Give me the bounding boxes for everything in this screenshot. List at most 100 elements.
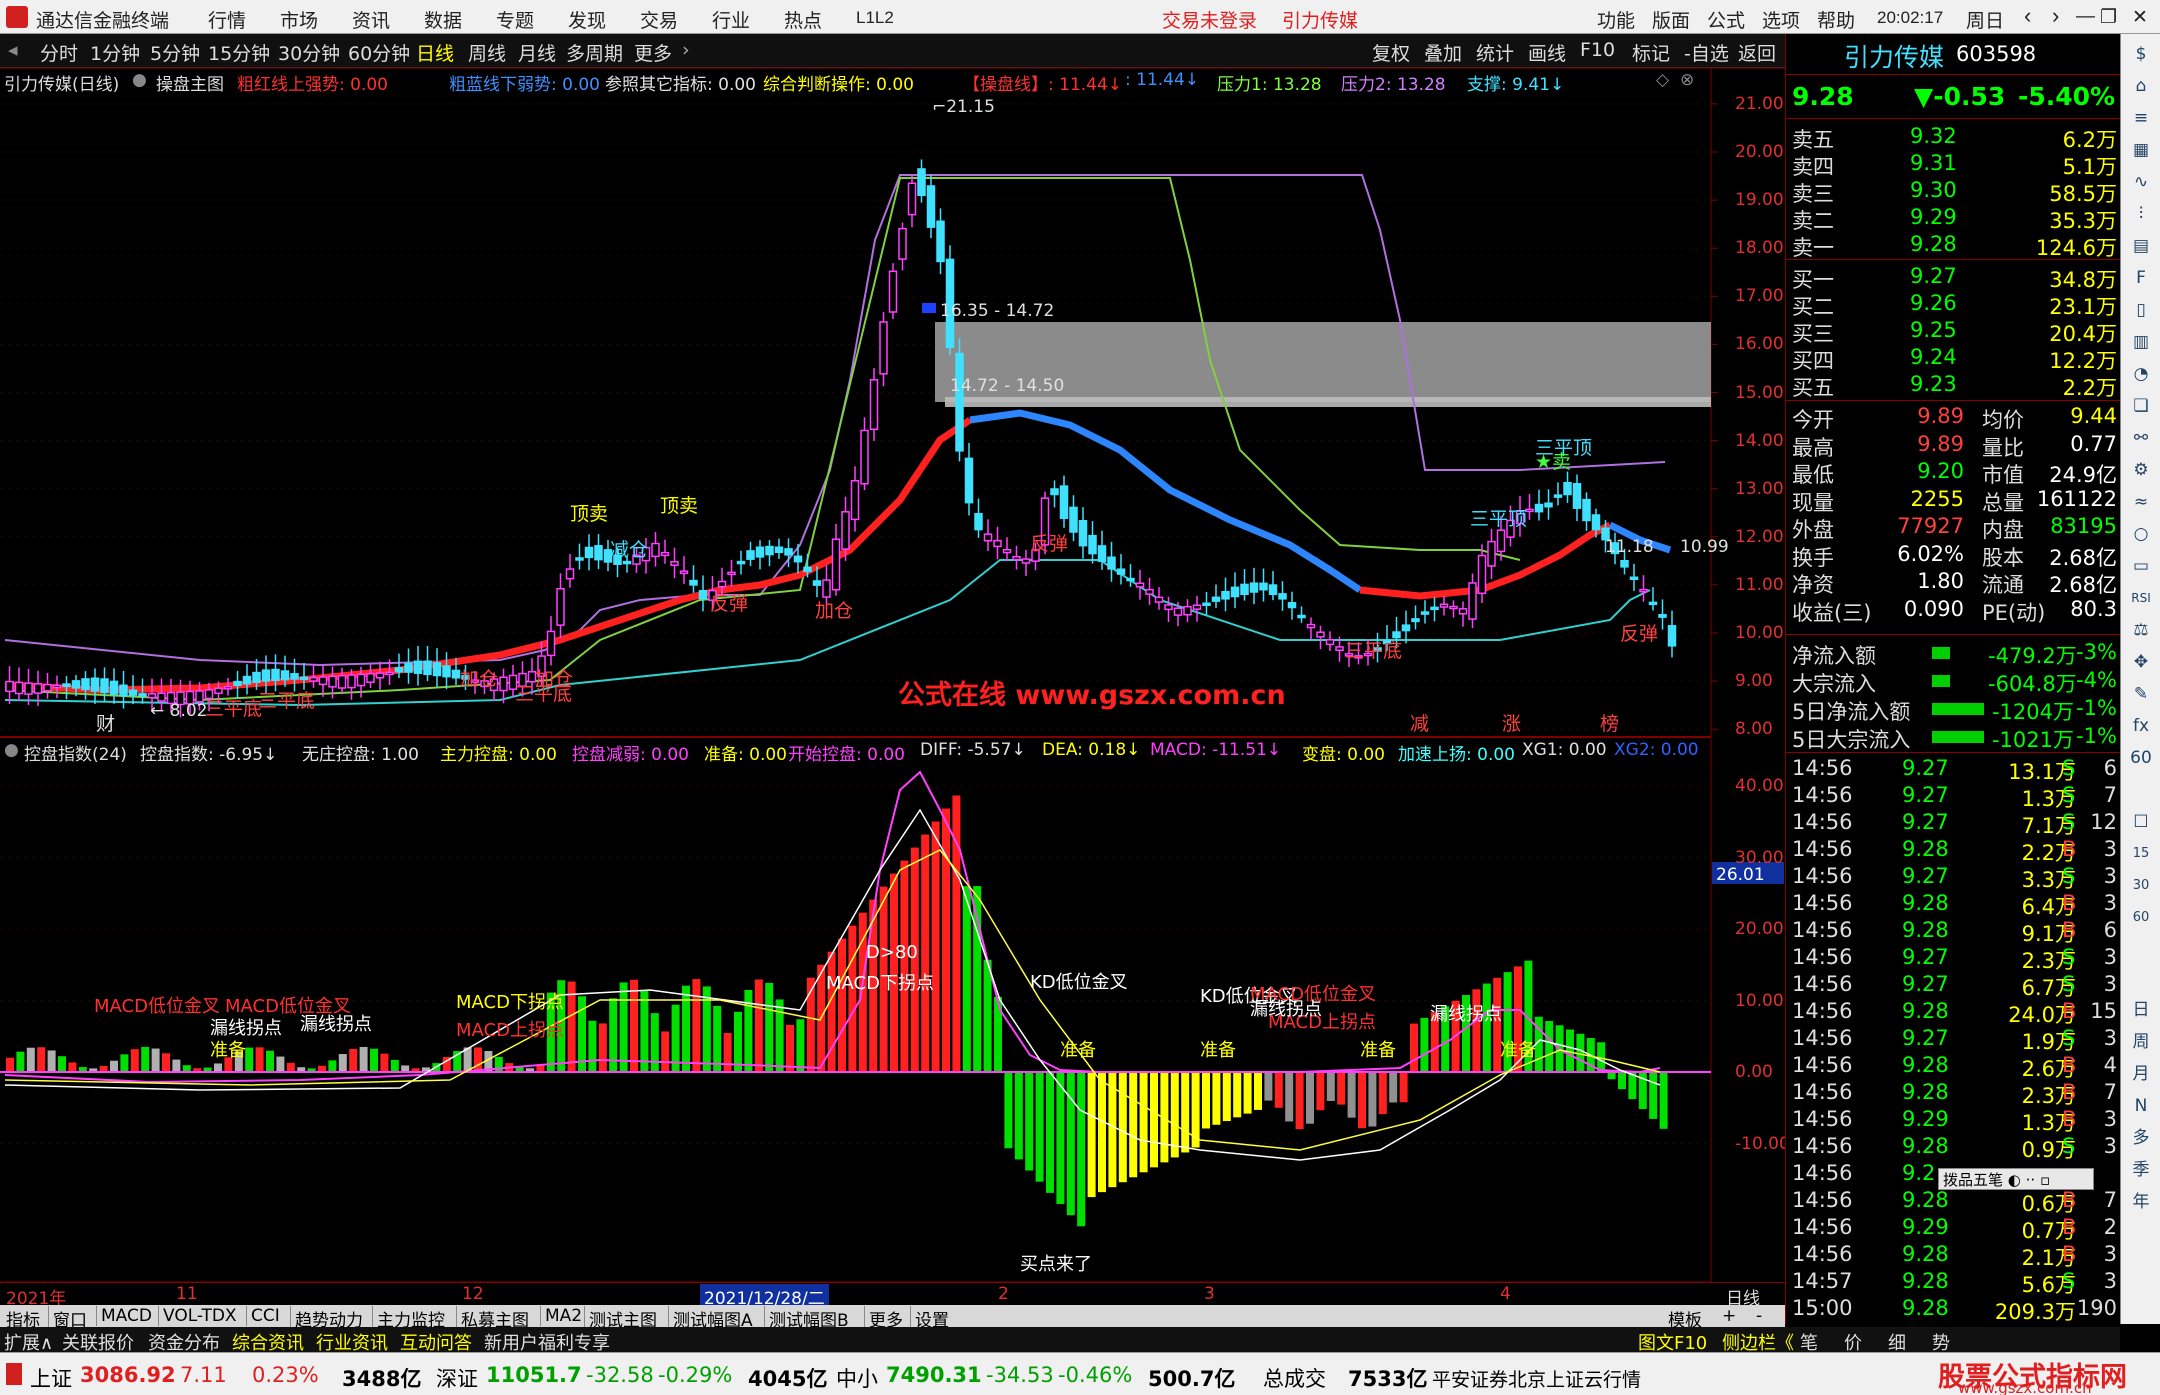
bid-row-1[interactable]: 买二 9.26 23.1万 (1792, 291, 2117, 319)
pages-icon[interactable]: ❏ (2129, 394, 2153, 418)
pie-icon[interactable]: ◔ (2129, 362, 2153, 386)
home-icon[interactable]: ⌂ (2129, 74, 2153, 98)
period-toolbar-icon[interactable]: ☐ (2129, 810, 2153, 834)
stat-row-3: 现量 2255 总量 161122 (1792, 487, 2117, 515)
candle (898, 227, 907, 260)
chart-line-icon[interactable]: ∿ (2129, 170, 2153, 194)
candle (907, 182, 917, 216)
rsi-icon[interactable]: RSI (2129, 586, 2153, 610)
move-icon[interactable]: ✥ (2129, 650, 2153, 674)
grid-icon[interactable]: ▦ (2129, 138, 2153, 162)
stat-label: 今开 (1792, 408, 1834, 432)
remove-tab[interactable]: - (1756, 1306, 1762, 1326)
sidebar-period-5[interactable]: 季 (2129, 1158, 2153, 1182)
doc-icon[interactable]: ▯ (2129, 298, 2153, 322)
tick-count: 3 (2103, 1134, 2117, 1158)
menu-bangzhu[interactable]: 帮助 (1817, 6, 1855, 33)
wave-icon[interactable]: ≈ (2129, 490, 2153, 514)
indicator-tab-4[interactable]: CCI (246, 1306, 280, 1326)
tick-row-1: 14:56 9.27 1.3万 S 7 (1792, 783, 2117, 811)
main-indicator-name[interactable]: 操盘主图 (156, 70, 224, 94)
sub-indicator-settings-icon[interactable]: ● (4, 740, 19, 760)
ask-row-3[interactable]: 卖二 9.29 35.3万 (1792, 205, 2117, 233)
sixty-icon[interactable]: 60 (2129, 746, 2153, 770)
sidebar-period-1[interactable]: 周 (2129, 1030, 2153, 1054)
f10-icon[interactable]: F (2129, 266, 2153, 290)
chart-signal-13: 反弹 (1620, 623, 1658, 645)
pencil-icon[interactable]: ✎ (2129, 682, 2153, 706)
close-icon[interactable]: ✕ (2132, 6, 2148, 29)
bars-icon[interactable]: ▥ (2129, 330, 2153, 354)
flow-pct: -3% (2076, 640, 2117, 664)
candle (1335, 646, 1344, 652)
ask-row-4[interactable]: 卖一 9.28 124.6万 (1792, 232, 2117, 260)
indicator-signal-8: D>80 (866, 942, 918, 963)
indicator-tab-3[interactable]: VOL-TDX (158, 1306, 237, 1326)
chart-signal-12: 反弹 (1030, 533, 1068, 555)
formula-icon[interactable]: fx (2129, 714, 2153, 738)
scale-icon[interactable]: ⚖ (2129, 618, 2153, 642)
indicator-signal-6: MACD上拐点 (456, 1020, 564, 1041)
bid-price: 9.23 (1910, 372, 1957, 396)
popup-toolbar[interactable]: 拨品五笔 ◐ ·· ▫ (1938, 1168, 2094, 1190)
gear-icon[interactable]: ⚙ (2129, 458, 2153, 482)
indicator-settings-icon[interactable]: ● (132, 70, 147, 90)
table-icon[interactable]: ▤ (2129, 234, 2153, 258)
indicator-tab-2[interactable]: MACD (96, 1306, 152, 1326)
ask-label: 卖一 (1792, 236, 1834, 260)
fifteen-icon[interactable]: 15 (2129, 842, 2153, 866)
sidebar-period-0[interactable]: 日 (2129, 998, 2153, 1022)
histogram-bar (255, 1047, 264, 1072)
stat-label-2: 内盘 (1982, 518, 2024, 542)
close-panel-icon[interactable]: ⊗ (1680, 70, 1694, 90)
sub-indicator-name[interactable]: 控盘指数(24) (24, 740, 127, 764)
bid-row-2[interactable]: 买三 9.25 20.4万 (1792, 318, 2117, 346)
ask-row-2[interactable]: 卖三 9.30 58.5万 (1792, 178, 2117, 206)
restore-icon[interactable]: ❐ (2100, 6, 2117, 29)
stat-row-5: 换手 6.02% 股本 2.68亿 (1792, 542, 2117, 570)
tick-volume: 0.6万 (2021, 1192, 2076, 1216)
forward-icon[interactable]: › (2052, 3, 2059, 29)
sidebar-period-2[interactable]: 月 (2129, 1062, 2153, 1086)
chart-area[interactable]: ⌐21.15 ← 8.02 16.35 - 14.72 14.72 - 14.50 11… (0, 0, 1785, 1305)
kline-icon[interactable]: ⫶ (2129, 202, 2153, 226)
list-icon[interactable]: ≡ (2129, 106, 2153, 130)
stat-value: 0.090 (1903, 596, 1964, 621)
link-icon[interactable]: ⚯ (2129, 426, 2153, 450)
bid-row-0[interactable]: 买一 9.27 34.8万 (1792, 264, 2117, 292)
candle (24, 682, 33, 695)
back-icon[interactable]: ‹ (2024, 3, 2031, 29)
minimize-icon[interactable]: — (2076, 6, 2095, 28)
diamond-icon[interactable]: ◇ (1656, 70, 1669, 90)
sidebar-period-6[interactable]: 年 (2129, 1190, 2153, 1214)
candle (1059, 485, 1069, 520)
bid-row-3[interactable]: 买四 9.24 12.2万 (1792, 345, 2117, 373)
book-icon[interactable]: ▭ (2129, 554, 2153, 578)
bulb-icon[interactable]: ○ (2129, 522, 2153, 546)
histogram-bar (1410, 1023, 1418, 1072)
stat-value: 9.89 (1917, 431, 1964, 456)
thirty-icon[interactable]: 30 (2129, 874, 2153, 898)
sub-header-item-9: 变盘: 0.00 (1302, 745, 1385, 764)
candle (1420, 611, 1430, 615)
zone2-label: 14.72 - 14.50 (950, 376, 1064, 396)
index-volume-0: 3488亿 (342, 1367, 422, 1391)
sidebar-period-3[interactable]: N (2129, 1094, 2153, 1118)
ask-row-0[interactable]: 卖五 9.32 6.2万 (1792, 124, 2117, 152)
stat-value-2: 24.9亿 (2049, 463, 2117, 487)
add-tab[interactable]: + (1722, 1306, 1736, 1326)
indicator-tab-8[interactable]: MA2 (540, 1306, 582, 1326)
tick-volume: 2.3万 (2021, 1084, 2076, 1108)
bid-row-4[interactable]: 买五 9.23 2.2万 (1792, 372, 2117, 400)
histogram-bar (1368, 1072, 1377, 1127)
histogram-bar (1243, 1072, 1252, 1114)
candle (917, 168, 926, 197)
sidebar-period-4[interactable]: 多 (2129, 1126, 2153, 1150)
tick-side: B (2062, 1107, 2077, 1131)
sub-header-item-2: 主力控盘: 0.00 (440, 745, 557, 764)
candle (1439, 603, 1449, 608)
candle (499, 676, 508, 692)
sixty-min-icon[interactable]: 60 (2129, 906, 2153, 930)
dollar-icon[interactable]: $ (2129, 42, 2153, 66)
ask-row-1[interactable]: 卖四 9.31 5.1万 (1792, 151, 2117, 179)
